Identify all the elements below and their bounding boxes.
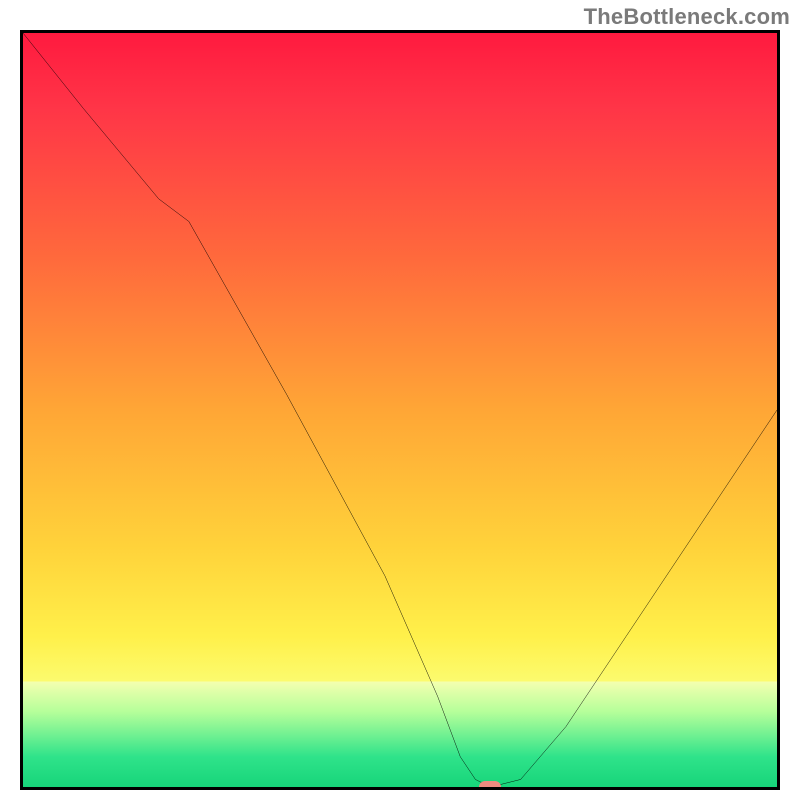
bottleneck-curve	[23, 33, 777, 787]
optimal-point-marker	[479, 781, 501, 790]
watermark-text: TheBottleneck.com	[584, 4, 790, 30]
chart-frame	[20, 30, 780, 790]
